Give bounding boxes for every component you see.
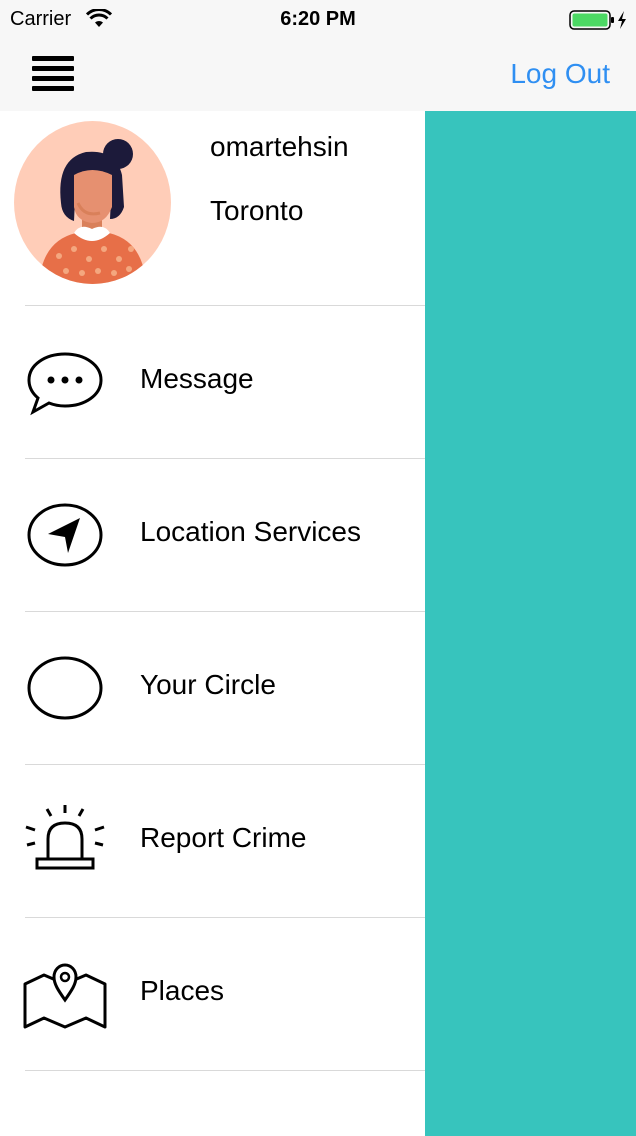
avatar — [14, 121, 171, 284]
location-arrow-icon — [27, 503, 103, 567]
menu-item-label: Report Crime — [140, 822, 307, 853]
logout-button[interactable]: Log Out — [510, 58, 610, 90]
battery-icon — [569, 10, 626, 30]
divider — [25, 1070, 425, 1071]
menu-item-places[interactable]: Places — [0, 918, 425, 1070]
menu-item-report-crime[interactable]: Report Crime — [0, 765, 425, 917]
status-bar: Carrier 6:20 PM — [0, 0, 636, 40]
circle-icon — [27, 656, 103, 720]
navigation-bar: Log Out — [0, 40, 636, 112]
menu-item-label: Places — [140, 975, 225, 1006]
content-overlay[interactable] — [425, 111, 636, 1136]
profile-username: omartehsin — [210, 131, 349, 162]
map-pin-icon — [23, 963, 107, 1029]
menu-item-location-services[interactable]: Location Services — [0, 459, 425, 611]
menu-item-label: Location Services — [140, 516, 362, 547]
side-drawer: omartehsin Toronto Message Location Serv… — [0, 111, 425, 1136]
status-time: 6:20 PM — [280, 8, 356, 30]
menu-item-label: Your Circle — [140, 669, 276, 700]
menu-item-message[interactable]: Message — [0, 306, 425, 458]
message-icon — [27, 352, 103, 416]
menu-item-label: Message — [140, 363, 254, 394]
menu-item-your-circle[interactable]: Your Circle — [0, 612, 425, 764]
profile-city: Toronto — [210, 195, 304, 226]
siren-icon — [25, 805, 105, 870]
hamburger-menu-icon[interactable] — [32, 56, 74, 91]
